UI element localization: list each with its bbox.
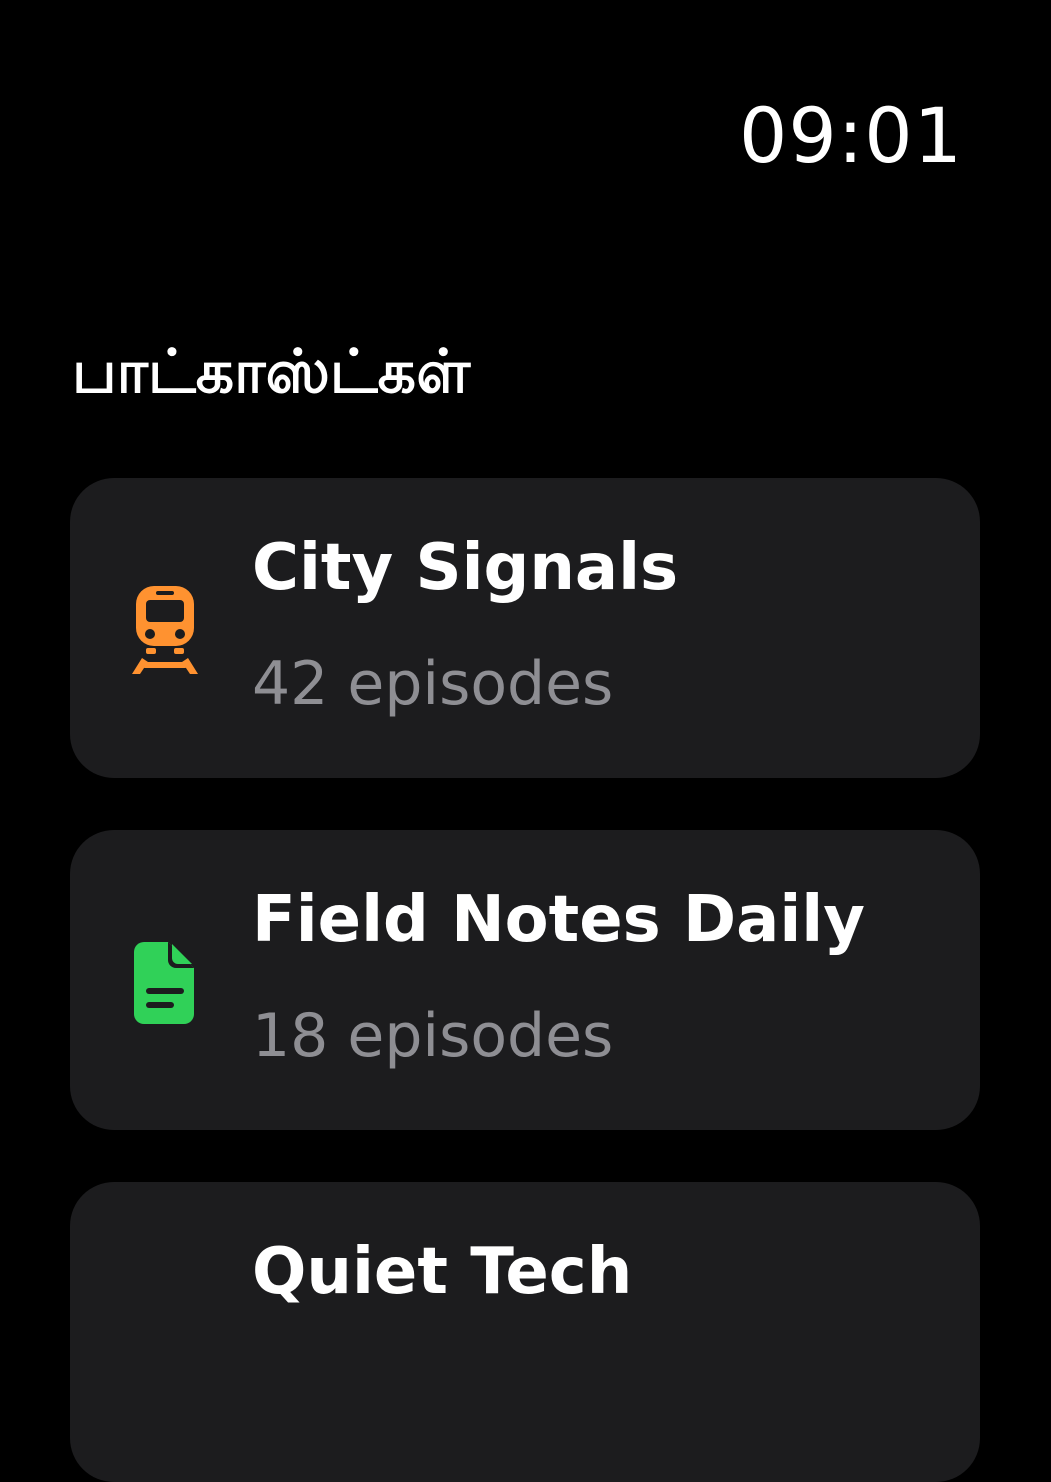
episode-count: 18 episodes: [252, 1001, 614, 1071]
episode-count: 42 episodes: [252, 649, 614, 719]
podcast-item-field-notes-daily[interactable]: Field Notes Daily 18 episodes: [70, 830, 980, 1130]
podcast-title: Quiet Tech: [252, 1235, 633, 1309]
status-time: 09:01: [738, 91, 963, 180]
document-icon: [128, 930, 202, 1030]
page-title: பாட்காஸ்ட்கள்: [72, 337, 471, 407]
podcast-item-quiet-tech[interactable]: Quiet Tech: [70, 1182, 980, 1482]
tram-icon: [128, 578, 202, 678]
podcast-title: Field Notes Daily: [252, 883, 865, 957]
podcast-title: City Signals: [252, 531, 679, 605]
podcast-item-city-signals[interactable]: City Signals 42 episodes: [70, 478, 980, 778]
